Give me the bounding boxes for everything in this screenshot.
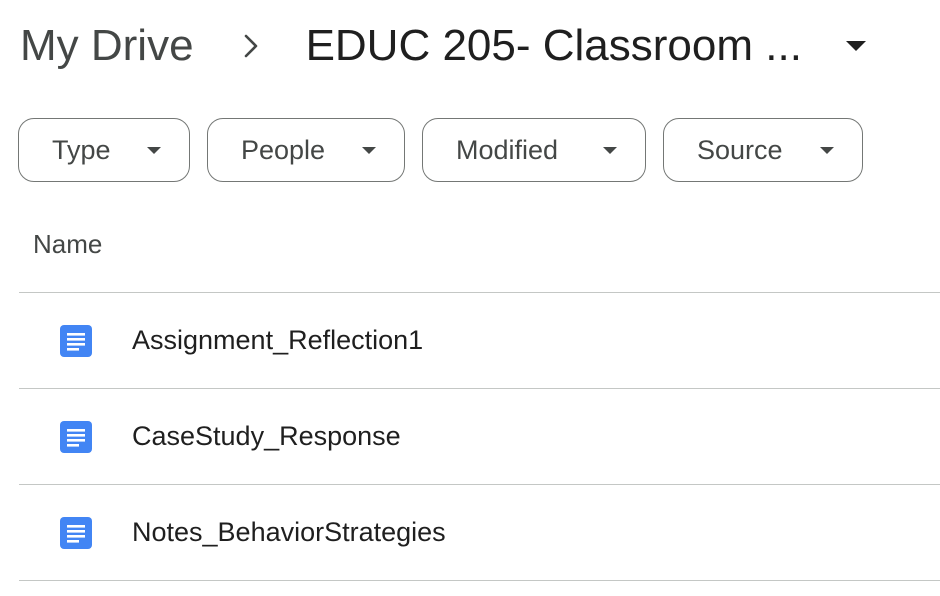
caret-down-icon [601, 141, 619, 159]
caret-down-icon [145, 141, 163, 159]
chevron-right-icon [238, 33, 264, 59]
chip-label: People [241, 134, 326, 165]
modified-filter-chip[interactable]: Modified [422, 118, 646, 182]
column-header-name[interactable]: Name [33, 229, 102, 260]
breadcrumb-my-drive[interactable]: My Drive [20, 24, 194, 68]
chip-label: Source [697, 134, 783, 165]
file-row[interactable]: Notes_BehaviorStrategies [19, 485, 940, 581]
google-docs-icon [59, 324, 93, 358]
source-filter-chip[interactable]: Source [663, 118, 863, 182]
google-docs-icon [59, 420, 93, 454]
file-name: CaseStudy_Response [132, 421, 401, 451]
file-name: Assignment_Reflection1 [132, 325, 424, 355]
people-filter-chip[interactable]: People [207, 118, 405, 182]
chip-label: Type [52, 134, 111, 165]
breadcrumb-current-folder[interactable]: EDUC 205- Classroom ... [306, 24, 868, 68]
current-folder-name: EDUC 205- Classroom ... [305, 21, 802, 70]
file-list: Name Assignment_Reflection1 CaseStudy_Re [19, 198, 940, 581]
breadcrumb: My Drive EDUC 205- Classroom ... [0, 14, 940, 78]
caret-down-icon [818, 141, 836, 159]
filter-chips: Type People Modified Source [18, 118, 863, 182]
table-header: Name [19, 198, 940, 293]
file-row[interactable]: CaseStudy_Response [19, 389, 940, 485]
caret-down-icon [844, 34, 868, 58]
chip-label: Modified [456, 134, 559, 165]
file-name: Notes_BehaviorStrategies [132, 517, 446, 547]
file-row[interactable]: Assignment_Reflection1 [19, 293, 940, 389]
caret-down-icon [360, 141, 378, 159]
google-docs-icon [59, 516, 93, 550]
type-filter-chip[interactable]: Type [18, 118, 190, 182]
